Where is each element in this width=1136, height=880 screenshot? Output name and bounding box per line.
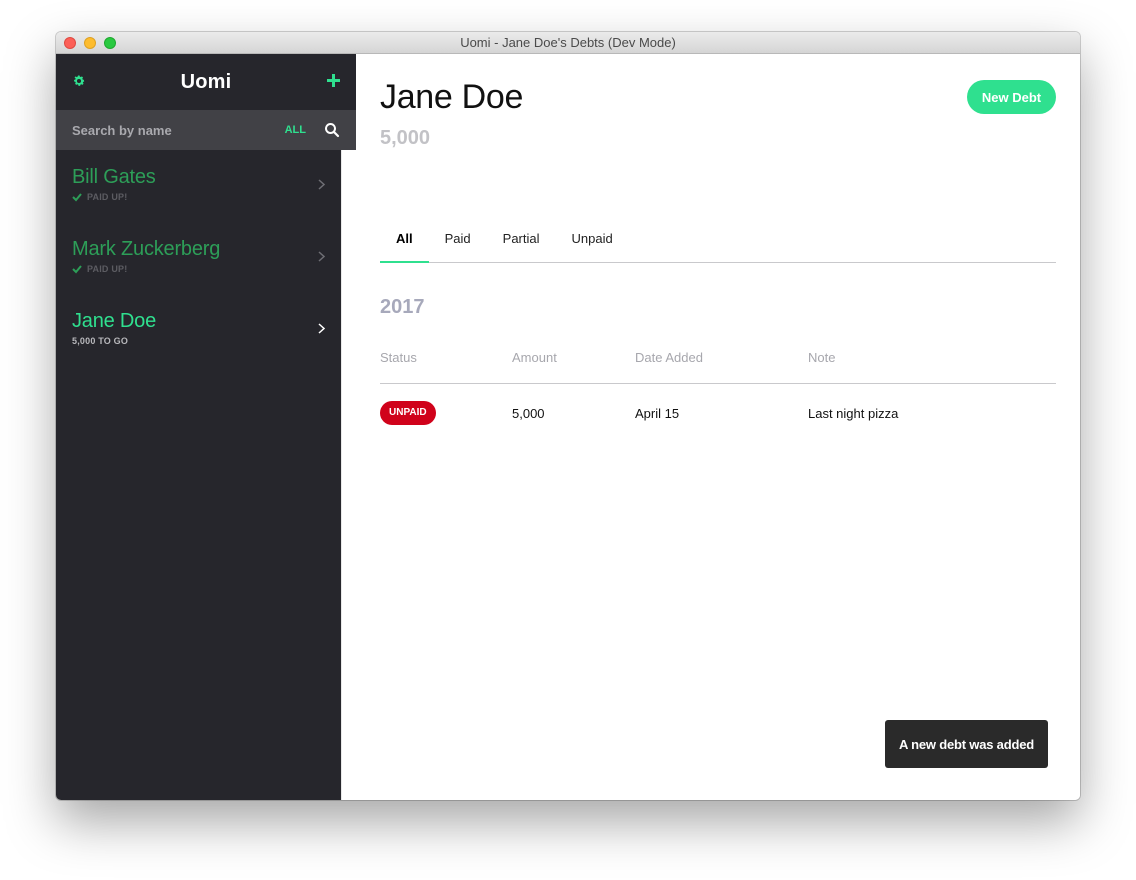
table-row[interactable]: UNPAID 5,000 April 15 Last night pizza (380, 384, 1056, 442)
debtor-list: Bill Gates PAID UP! Mark Zuckerberg PAID… (56, 150, 341, 366)
note-cell: Last night pizza (808, 405, 899, 421)
debtor-status-text: PAID UP! (87, 264, 128, 274)
window-controls (64, 37, 116, 49)
filter-all-toggle[interactable]: ALL (285, 124, 306, 136)
tab-partial[interactable]: Partial (487, 222, 556, 262)
debtor-status: 5,000 TO GO (72, 336, 325, 346)
sidebar: Uomi ALL Bill Gates (56, 54, 356, 800)
column-header-amount: Amount (512, 350, 557, 365)
chevron-right-icon (318, 251, 325, 262)
amount-cell: 5,000 (512, 405, 545, 421)
title-bar: Uomi - Jane Doe's Debts (Dev Mode) (56, 32, 1080, 54)
page-title: Jane Doe (380, 78, 524, 116)
maximize-window-button[interactable] (104, 37, 116, 49)
debtor-status: PAID UP! (72, 192, 325, 202)
column-header-note: Note (808, 350, 836, 365)
check-icon (72, 193, 82, 202)
debtor-name: Bill Gates (72, 166, 156, 188)
total-amount: 5,000 (380, 127, 431, 149)
tab-all[interactable]: All (380, 222, 429, 263)
chevron-right-icon (318, 179, 325, 190)
window-title: Uomi - Jane Doe's Debts (Dev Mode) (460, 35, 676, 50)
column-header-date: Date Added (635, 350, 703, 365)
search-input[interactable] (72, 122, 285, 138)
column-header-status: Status (380, 350, 417, 365)
close-window-button[interactable] (64, 37, 76, 49)
debtor-status-text: PAID UP! (87, 192, 128, 202)
tab-unpaid[interactable]: Unpaid (556, 222, 629, 262)
app-body: Uomi ALL Bill Gates (56, 54, 1080, 800)
filter-tabs: All Paid Partial Unpaid (380, 222, 1056, 263)
debtor-name: Mark Zuckerberg (72, 238, 221, 260)
app-title: Uomi (180, 70, 232, 93)
sidebar-header: Uomi (56, 54, 356, 110)
status-cell: UNPAID (380, 401, 512, 425)
main-panel: Jane Doe 5,000 New Debt All Paid Partial… (356, 54, 1080, 800)
debtor-name: Jane Doe (72, 310, 157, 332)
search-icon[interactable] (324, 122, 340, 138)
table-header: Status Amount Date Added Note (380, 350, 1056, 384)
check-icon (72, 265, 82, 274)
scrollbar[interactable] (341, 150, 356, 800)
toast-notification: A new debt was added (885, 720, 1048, 768)
year-heading: 2017 (380, 296, 425, 318)
status-badge: UNPAID (380, 401, 436, 425)
tab-paid[interactable]: Paid (429, 222, 487, 262)
app-window: Uomi - Jane Doe's Debts (Dev Mode) Uomi … (56, 32, 1080, 800)
list-item-selected[interactable]: Jane Doe 5,000 TO GO (56, 294, 341, 366)
search-bar: ALL (56, 110, 356, 150)
gear-icon[interactable] (72, 74, 86, 88)
new-debt-button[interactable]: New Debt (967, 80, 1056, 114)
debtor-status: PAID UP! (72, 264, 325, 274)
list-item[interactable]: Bill Gates PAID UP! (56, 150, 341, 222)
debts-table: Status Amount Date Added Note UNPAID 5,0… (380, 350, 1056, 442)
date-cell: April 15 (635, 405, 680, 421)
debtor-status-text: 5,000 TO GO (72, 336, 129, 346)
list-item[interactable]: Mark Zuckerberg PAID UP! (56, 222, 341, 294)
chevron-right-icon (318, 323, 325, 334)
plus-icon[interactable] (327, 74, 340, 87)
minimize-window-button[interactable] (84, 37, 96, 49)
